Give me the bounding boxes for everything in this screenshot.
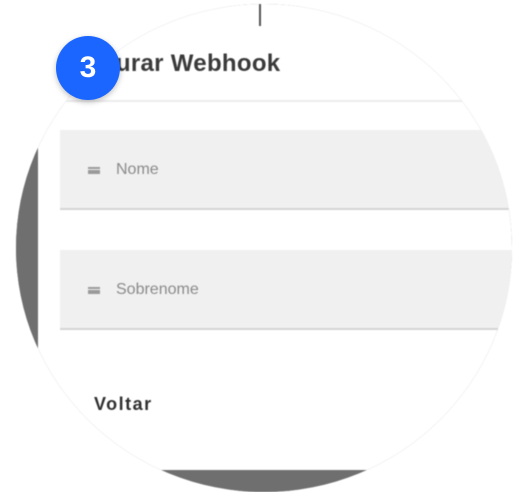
sobrenome-field[interactable] xyxy=(60,250,512,330)
back-button[interactable]: Voltar xyxy=(94,394,153,415)
dialog-title: igurar Webhook xyxy=(94,50,281,77)
nome-field[interactable] xyxy=(60,130,512,210)
top-divider xyxy=(259,4,261,26)
background-edge-left xyxy=(16,4,38,492)
text-lines-icon xyxy=(88,287,100,294)
nome-input[interactable] xyxy=(116,158,512,182)
step-number-badge: 3 xyxy=(56,36,120,100)
text-lines-icon xyxy=(88,167,100,174)
background-edge-bottom xyxy=(16,470,512,492)
sobrenome-input[interactable] xyxy=(116,278,512,302)
zoom-callout: igurar Webhook Voltar 3 xyxy=(0,0,517,492)
title-divider xyxy=(54,100,512,102)
